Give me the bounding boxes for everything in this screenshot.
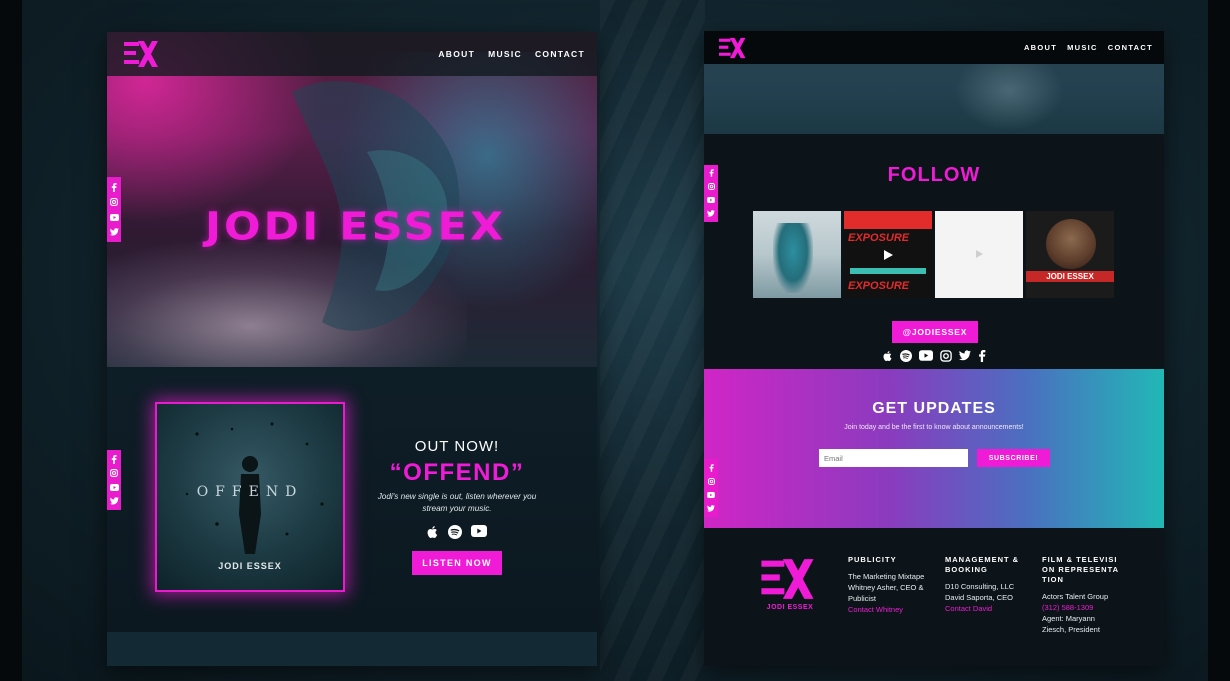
footer-film-tv: FILM & TELEVISION REPRESENTATION Actors … [1042,555,1120,635]
updates-heading: GET UPDATES [872,400,996,417]
tile-2-exposure-bottom: EXPOSURE [848,280,910,292]
nav-about[interactable]: ABOUT [438,49,475,59]
tile-1-figure [773,223,813,293]
background-edge-left [0,0,22,681]
hero-section [107,32,597,367]
main-nav: ABOUT MUSIC CONTACT [1024,43,1153,52]
tile-2-banner-top [844,211,932,229]
youtube-icon[interactable] [918,350,933,361]
management-contact-name: David Saporta, CEO [945,593,1013,602]
release-description: Jodi's new single is out, listen whereve… [377,492,537,513]
twitter-icon[interactable] [706,503,716,513]
instagram-icon[interactable] [109,197,119,207]
follow-social-icons [704,350,1164,362]
release-section-bottom [107,632,597,666]
tile-4-name: JODI ESSEX [1026,271,1114,282]
site-header: ABOUT MUSIC CONTACT [704,31,1164,64]
photo-tile-3[interactable] [935,211,1023,298]
publicity-heading: PUBLICITY [848,555,897,564]
twitter-icon[interactable] [706,209,716,219]
contact-david-link[interactable]: Contact David [945,603,1027,614]
nav-contact[interactable]: CONTACT [535,49,585,59]
subscribe-button[interactable]: SUBSCRIBE! [977,449,1050,467]
tile-2-bar [850,268,926,274]
film-agency: Actors Talent Group [1042,592,1109,601]
management-company: D10 Consulting, LLC [945,582,1015,591]
social-rail-top [107,177,121,242]
footer-logo-text: JODI ESSEX [766,604,814,611]
youtube-icon[interactable] [109,482,119,492]
social-rail-updates [704,459,718,517]
email-field[interactable] [819,449,968,467]
publicity-company: The Marketing Mixtape [848,572,925,581]
film-phone-link[interactable]: (312) 588-1309 [1042,602,1120,613]
publicity-contact-name: Whitney Asher, CEO & Publicist [848,583,924,603]
out-now-label: OUT NOW! [414,438,500,455]
stream-icons [365,525,549,539]
nav-about[interactable]: ABOUT [1024,43,1057,52]
main-nav: ABOUT MUSIC CONTACT [438,49,585,59]
twitter-icon[interactable] [958,350,971,361]
footer-ex-logo-icon[interactable] [761,556,817,602]
youtube-icon[interactable] [706,490,716,500]
instagram-handle-button[interactable]: @JODIESSEX [892,321,978,343]
youtube-icon[interactable] [471,525,487,537]
release-info: OUT NOW! “OFFEND” Jodi's new single is o… [365,438,549,575]
photo-tile-2[interactable]: EXPOSURE EXPOSURE [844,211,932,298]
facebook-icon[interactable] [109,182,119,192]
spotify-icon[interactable] [448,525,462,539]
tile-4-portrait [1046,219,1096,269]
youtube-icon[interactable] [109,212,119,222]
instagram-icon[interactable] [109,468,119,478]
youtube-icon[interactable] [706,195,716,205]
instagram-icon[interactable] [939,350,952,362]
social-rail-middle [107,450,121,510]
apple-icon[interactable] [427,525,439,539]
facebook-icon[interactable] [109,454,119,464]
background-pattern [600,0,705,681]
facebook-icon[interactable] [978,350,986,362]
film-heading: FILM & TELEVISION REPRESENTATION [1042,555,1120,584]
contact-whitney-link[interactable]: Contact Whitney [848,604,930,615]
performer-silhouette [292,81,460,331]
album-cover[interactable]: OFFEND JODI ESSEX [157,404,343,590]
apple-icon[interactable] [882,350,893,362]
listen-now-button[interactable]: LISTEN NOW [412,551,502,575]
ex-logo-icon[interactable] [124,39,160,69]
homepage-mockup: ABOUT MUSIC CONTACT JODI ESSEX OFFEND JO… [107,32,597,666]
hero-artist-name: JODI ESSEX [205,204,507,250]
instagram-grid: EXPOSURE EXPOSURE JODI ESSEX [753,211,1114,298]
film-agent: Agent: Maryann Ziesch, President [1042,614,1100,634]
background-edge-right [1208,0,1230,681]
footer-management: MANAGEMENT & BOOKING D10 Consulting, LLC… [945,555,1027,614]
ex-logo-icon[interactable] [719,36,747,60]
video-play-icon[interactable] [973,248,985,260]
management-heading: MANAGEMENT & BOOKING [945,555,1020,574]
footer-publicity: PUBLICITY The Marketing Mixtape Whitney … [848,555,930,615]
song-title: “OFFEND” [389,459,525,486]
tile-2-exposure-top: EXPOSURE [848,232,910,244]
updates-subtitle: Join today and be the first to know abou… [844,424,1024,431]
photo-tile-1[interactable] [753,211,841,298]
spotify-icon[interactable] [899,350,912,362]
twitter-icon[interactable] [109,496,119,506]
nav-contact[interactable]: CONTACT [1108,43,1153,52]
follow-heading: FOLLOW [887,164,981,186]
nav-music[interactable]: MUSIC [488,49,522,59]
twitter-icon[interactable] [109,227,119,237]
site-header: ABOUT MUSIC CONTACT [107,32,597,76]
nav-music[interactable]: MUSIC [1067,43,1098,52]
follow-page-mockup: ABOUT MUSIC CONTACT FOLLOW EXPOSURE EXPO… [704,31,1164,666]
facebook-icon[interactable] [706,463,716,473]
photo-tile-4[interactable]: JODI ESSEX [1026,211,1114,298]
play-icon[interactable] [881,248,895,262]
instagram-icon[interactable] [706,476,716,486]
album-cover-title: OFFEND [196,484,304,500]
album-cover-artist: JODI ESSEX [218,561,282,571]
